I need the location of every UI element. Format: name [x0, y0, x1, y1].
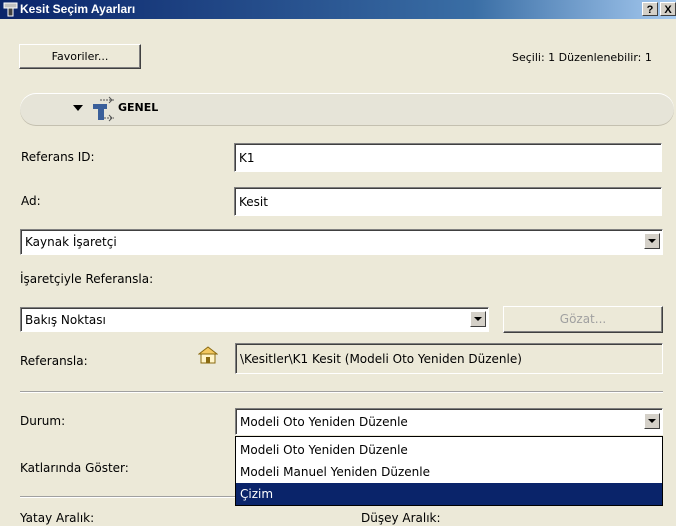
dropdown-option-highlighted[interactable]: Çizim: [236, 483, 662, 505]
source-marker-value: Kaynak İşaretçi: [25, 235, 117, 249]
favorites-button[interactable]: Favoriler...: [19, 44, 141, 69]
collapse-triangle-icon[interactable]: [73, 105, 83, 112]
ref-id-input[interactable]: K1: [234, 143, 662, 172]
status-value: Modeli Oto Yeniden Düzenle: [240, 415, 408, 429]
divider: [20, 391, 663, 392]
show-on-floors-label: Katlarında Göster:: [20, 461, 129, 475]
ref-with-marker-label: İşaretçiyle Referansla:: [20, 272, 154, 286]
horizontal-range-label: Yatay Aralık:: [20, 511, 95, 525]
chevron-down-icon[interactable]: [644, 233, 660, 249]
section-title: GENEL: [118, 101, 159, 114]
name-label: Ad:: [21, 194, 41, 208]
section-tool-icon: [3, 2, 18, 17]
viewpoint-value: Bakış Noktası: [25, 313, 106, 327]
vertical-range-label: Düşey Aralık:: [361, 511, 441, 525]
reference-label: Referansla:: [20, 354, 88, 368]
browse-button[interactable]: Gözat...: [503, 306, 663, 333]
chevron-down-icon[interactable]: [644, 413, 660, 429]
name-input[interactable]: Kesit: [234, 187, 662, 216]
section-general-icon: [93, 96, 114, 122]
title-bar: Kesit Seçim Ayarları ? X: [0, 0, 676, 19]
dropdown-option[interactable]: Modeli Oto Yeniden Düzenle: [236, 439, 662, 461]
help-button[interactable]: ?: [642, 2, 658, 16]
divider: [20, 496, 235, 497]
close-button[interactable]: X: [660, 2, 676, 16]
window-title: Kesit Seçim Ayarları: [20, 2, 136, 16]
chevron-down-icon[interactable]: [470, 311, 486, 327]
ref-id-label: Referans ID:: [21, 150, 95, 164]
status-dropdown-list[interactable]: Modeli Oto Yeniden Düzenle Modeli Manuel…: [235, 436, 663, 506]
home-icon: [198, 346, 218, 364]
reference-path-field: \Kesitler\K1 Kesit (Modeli Oto Yeniden D…: [235, 343, 663, 374]
status-label: Durum:: [20, 414, 66, 428]
selection-status: Seçili: 1 Düzenlenebilir: 1: [512, 51, 652, 64]
status-select[interactable]: Modeli Oto Yeniden Düzenle: [235, 408, 663, 435]
dropdown-option[interactable]: Modeli Manuel Yeniden Düzenle: [236, 461, 662, 483]
general-section-header[interactable]: GENEL: [20, 93, 674, 125]
viewpoint-select[interactable]: Bakış Noktası: [20, 307, 489, 332]
source-marker-select[interactable]: Kaynak İşaretçi: [20, 229, 663, 255]
